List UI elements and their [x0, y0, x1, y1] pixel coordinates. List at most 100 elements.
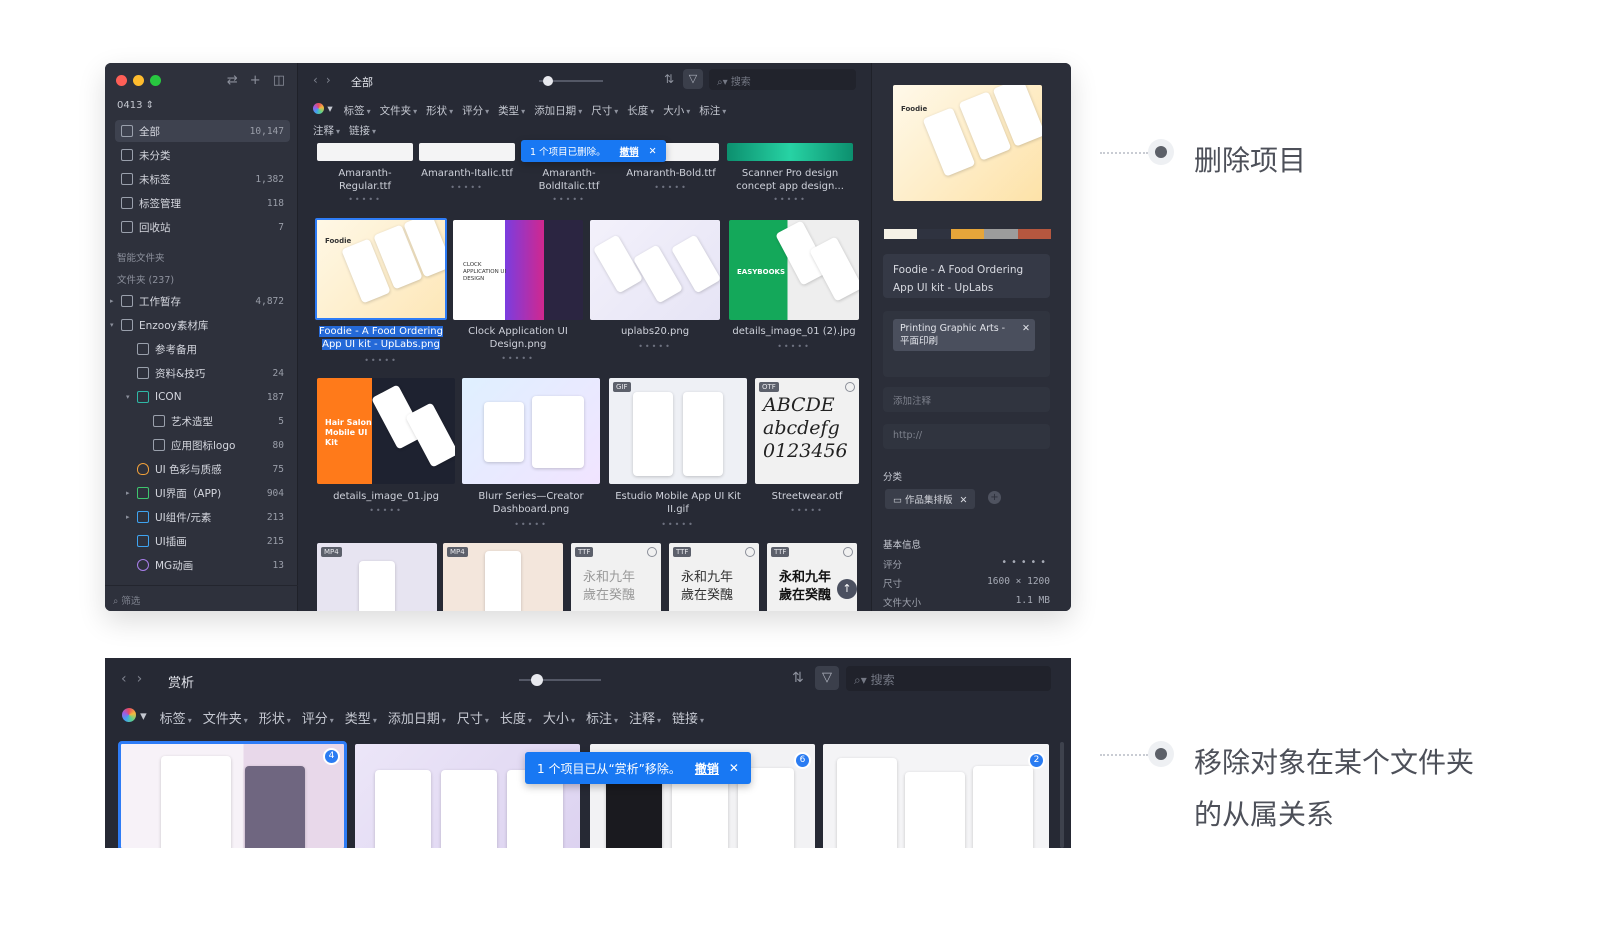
rating-dots[interactable]: •••••: [590, 342, 720, 351]
url-input[interactable]: http://: [883, 424, 1050, 449]
grid-item[interactable]: Blurr Series—Creator Dashboard.png •••••: [462, 378, 600, 529]
filter-tags[interactable]: 标签: [160, 708, 192, 727]
filter-folder[interactable]: 文件夹: [380, 103, 418, 118]
sidebar-item-untagged[interactable]: 未标签 1,382: [115, 168, 290, 190]
folders-header[interactable]: 文件夹 (237): [117, 272, 174, 286]
grid-item[interactable]: CLOCK APPLICATION UI DESIGN Clock Applic…: [453, 220, 583, 370]
filter-dimensions[interactable]: 尺寸: [591, 103, 618, 118]
rating-dots[interactable]: •••••: [729, 342, 859, 351]
filter-notes[interactable]: 注释: [629, 708, 661, 727]
rating-dots[interactable]: •••••: [609, 520, 747, 529]
close-icon[interactable]: ✕: [729, 761, 739, 775]
expand-arrow-icon[interactable]: ▸: [126, 489, 130, 497]
grid-item[interactable]: 2: [823, 744, 1049, 848]
palette-swatch[interactable]: [1017, 229, 1052, 239]
select-circle[interactable]: [647, 547, 657, 557]
select-circle[interactable]: [745, 547, 755, 557]
grid-item[interactable]: EASYBOOKS details_image_01 (2).jpg •••••: [729, 220, 859, 370]
forward-icon[interactable]: ›: [326, 73, 339, 87]
rating-dots[interactable]: •••••: [315, 356, 447, 365]
rating-dots[interactable]: •••••: [623, 183, 719, 192]
category-chip[interactable]: ▭ 作品集排版 ✕: [885, 489, 976, 509]
zoom-window-button[interactable]: [150, 75, 161, 86]
palette-swatch[interactable]: [917, 229, 951, 239]
collapse-arrow-icon[interactable]: ▾: [126, 393, 130, 401]
folder-mg-animation[interactable]: MG动画 13: [131, 554, 290, 576]
folder-ui-colors[interactable]: UI 色彩与质感 75: [131, 458, 290, 480]
sidebar-item-tag-manager[interactable]: 标签管理 118: [115, 192, 290, 214]
grid-item-selected[interactable]: Foodie Foodie - A Food Ordering App UI k…: [315, 218, 447, 368]
filter-annotation[interactable]: 标注: [699, 103, 726, 118]
grid-item[interactable]: ABCDE abcdefg 0123456 OTF Streetwear.otf…: [755, 378, 859, 528]
rating-dots[interactable]: •••••: [317, 506, 455, 515]
grid-item[interactable]: 永和九年 歲在癸醜 TTF: [669, 543, 759, 611]
preview-image[interactable]: Foodie: [893, 85, 1042, 201]
folder-enzooy[interactable]: ▾ Enzooy素材库: [110, 314, 290, 336]
undo-button[interactable]: 撤销: [695, 760, 719, 777]
folder-reference[interactable]: 参考备用: [131, 338, 290, 360]
back-icon[interactable]: ‹: [121, 671, 137, 687]
filter-dimensions[interactable]: 尺寸: [457, 708, 489, 727]
filter-funnel-icon[interactable]: ▽: [815, 666, 839, 690]
add-category-icon[interactable]: +: [988, 491, 1001, 504]
color-filter[interactable]: ▾: [122, 708, 149, 727]
filter-shape[interactable]: 形状: [259, 708, 291, 727]
folder-work-temp[interactable]: ▸ 工作暂存 4,872: [110, 290, 290, 312]
undo-button[interactable]: 撤销: [620, 144, 639, 158]
rating-dots[interactable]: •••••: [521, 195, 617, 204]
slider-handle[interactable]: [531, 674, 543, 686]
grid-item[interactable]: Amaranth-Regular.ttf •••••: [317, 143, 413, 204]
folder-ui-app[interactable]: ▸ UI界面（APP) 904: [126, 482, 290, 504]
sort-icon[interactable]: ⇅: [664, 72, 674, 86]
back-icon[interactable]: ‹: [313, 73, 326, 87]
color-filter[interactable]: ▾: [313, 103, 335, 118]
filter-size[interactable]: 大小: [543, 708, 575, 727]
sort-icon[interactable]: ⇅: [792, 670, 804, 686]
collapse-arrow-icon[interactable]: ▾: [110, 321, 114, 329]
filter-rating[interactable]: 评分: [462, 103, 489, 118]
sidebar-item-all[interactable]: 全部 10,147: [115, 120, 290, 142]
grid-item[interactable]: 永和九年 歲在癸醜 TTF: [571, 543, 661, 611]
filter-date[interactable]: 添加日期: [534, 103, 582, 118]
folder-ui-illustration[interactable]: UI插画 215: [131, 530, 290, 552]
grid-item[interactable]: Scanner Pro design concept app design...…: [727, 143, 853, 204]
scrollbar[interactable]: [1060, 742, 1064, 848]
grid-item[interactable]: uplabs20.png •••••: [590, 220, 720, 370]
rating-dots[interactable]: •••••: [317, 195, 413, 204]
sidebar-item-trash[interactable]: 回收站 7: [115, 216, 290, 238]
swap-icon[interactable]: ⇄: [227, 73, 238, 88]
palette-swatch[interactable]: [984, 229, 1018, 239]
folder-art-shapes[interactable]: 艺术造型 5: [147, 410, 290, 432]
filter-type[interactable]: 类型: [498, 103, 525, 118]
zoom-slider[interactable]: [519, 674, 601, 686]
grid-item-selected[interactable]: 4: [118, 741, 347, 848]
rating-dots[interactable]: •••••: [462, 520, 600, 529]
close-window-button[interactable]: [116, 75, 127, 86]
filter-size[interactable]: 大小: [663, 103, 690, 118]
rating-dots[interactable]: •••••: [419, 183, 515, 192]
filter-tags[interactable]: 标签: [344, 103, 371, 118]
filter-type[interactable]: 类型: [345, 708, 377, 727]
forward-icon[interactable]: ›: [137, 671, 153, 687]
close-icon[interactable]: ✕: [649, 146, 657, 157]
grid-item[interactable]: MP4: [317, 543, 437, 611]
filter-rating[interactable]: 评分: [302, 708, 334, 727]
filter-folder[interactable]: 文件夹: [203, 708, 248, 727]
grid-item[interactable]: GIF Estudio Mobile App UI Kit II.gif •••…: [609, 378, 747, 529]
filter-link[interactable]: 链接: [672, 708, 704, 727]
sidebar-filter-input[interactable]: ⌕ 筛选: [105, 585, 298, 611]
search-input[interactable]: ⌕▾ 搜索: [846, 666, 1051, 691]
filter-shape[interactable]: 形状: [426, 103, 453, 118]
note-input[interactable]: 添加注释: [883, 387, 1050, 412]
tags-field[interactable]: Printing Graphic Arts - 平面印刷 ✕: [883, 311, 1050, 377]
folder-icon-set[interactable]: ▾ ICON 187: [126, 386, 290, 408]
item-name-field[interactable]: Foodie - A Food Ordering App UI kit - Up…: [883, 254, 1050, 298]
select-circle[interactable]: [843, 547, 853, 557]
palette-swatch[interactable]: [950, 229, 985, 239]
remove-tag-icon[interactable]: ✕: [1022, 322, 1030, 335]
add-icon[interactable]: +: [250, 73, 261, 88]
folder-app-icons[interactable]: 应用图标logo 80: [147, 434, 290, 456]
grid-item[interactable]: 永和九年 歲在癸醜 TTF: [767, 543, 857, 611]
sidebar-toggle-icon[interactable]: ◫: [273, 73, 285, 88]
color-palette[interactable]: [884, 229, 1052, 239]
